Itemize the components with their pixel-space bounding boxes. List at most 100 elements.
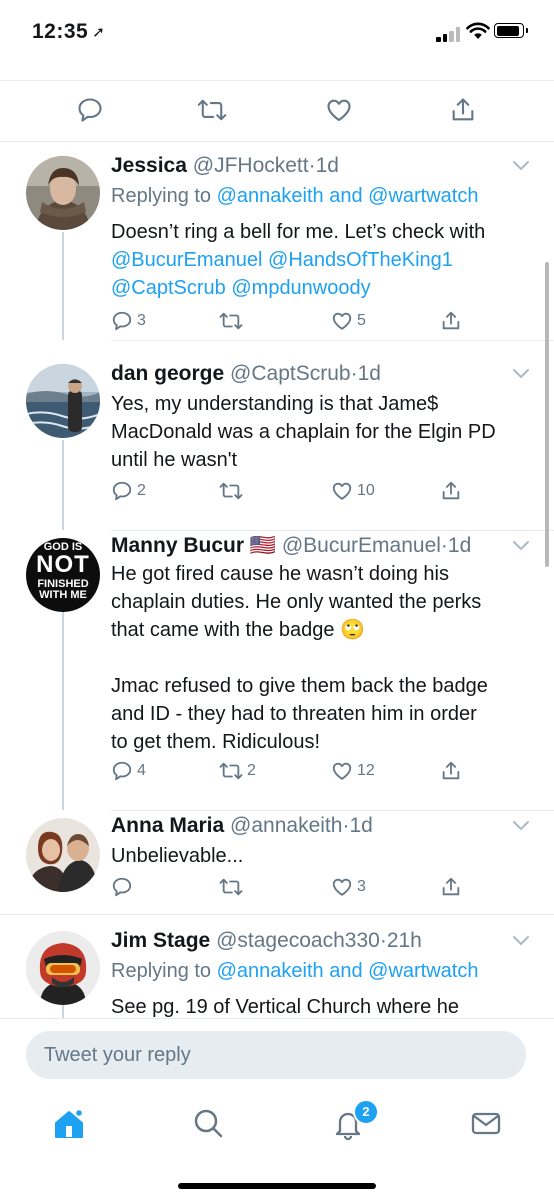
display-name[interactable]: Jim Stage (111, 929, 210, 952)
retweet-icon (219, 312, 243, 330)
status-bar: 12:35 ➚ (0, 0, 554, 62)
separator-dot: · (379, 929, 387, 952)
reply-button[interactable] (111, 876, 137, 898)
avatar[interactable] (26, 931, 100, 1005)
tweet[interactable]: Jim Stage @stagecoach330·21h Replying to… (0, 915, 554, 1018)
avatar[interactable] (26, 156, 100, 230)
messages-icon[interactable] (470, 1107, 502, 1139)
tweet-actions: 4 2 12 (0, 760, 554, 790)
share-icon (442, 481, 460, 500)
tweet-header: Anna Maria @annakeith·1d (111, 814, 373, 838)
display-name[interactable]: Jessica (111, 154, 187, 177)
display-name[interactable]: Anna Maria (111, 814, 224, 837)
location-arrow-icon: ➚ (92, 24, 106, 41)
home-indicator[interactable] (178, 1183, 376, 1189)
like-icon[interactable] (325, 96, 353, 124)
share-icon (442, 761, 460, 780)
tweet[interactable]: dan george @CaptScrub·1d Yes, my underst… (0, 340, 554, 530)
like-count: 10 (357, 482, 375, 499)
like-count: 5 (357, 312, 366, 329)
tweet-text: Yes, my understanding is that Jame$ MacD… (111, 393, 496, 471)
mention-links[interactable]: @CaptScrub @mpdunwoody (111, 274, 531, 302)
reply-button[interactable]: 2 (111, 480, 146, 502)
username[interactable]: @BucurEmanuel (282, 534, 441, 557)
mention-links[interactable]: @BucurEmanuel @HandsOfTheKing1 (111, 246, 531, 274)
replying-to: Replying to @annakeith and @wartwatch (111, 960, 479, 982)
wifi-icon (466, 22, 490, 39)
reply-button[interactable]: 3 (111, 310, 146, 332)
like-count: 3 (357, 878, 366, 895)
share-button[interactable] (440, 310, 462, 332)
display-name[interactable]: dan george (111, 362, 224, 385)
share-icon (442, 311, 460, 330)
like-button[interactable]: 10 (331, 480, 375, 502)
tweet-actions: 3 5 (0, 310, 554, 340)
search-icon[interactable] (192, 1107, 224, 1139)
reply-composer: Tweet your reply (0, 1018, 554, 1201)
tweet-actions: 2 10 (0, 480, 554, 510)
tweet-header: Jessica @JFHockett·1d (111, 154, 339, 178)
like-button[interactable]: 3 (331, 876, 366, 898)
tweet[interactable]: Anna Maria @annakeith·1d Unbelievable...… (0, 810, 554, 914)
reply-count: 3 (137, 312, 146, 329)
display-name[interactable]: Manny Bucur (111, 534, 244, 557)
like-button[interactable]: 5 (331, 310, 366, 332)
like-button[interactable]: 12 (331, 760, 375, 782)
reply-icon (112, 311, 132, 331)
chevron-down-icon[interactable] (512, 160, 530, 172)
retweet-icon (219, 482, 243, 500)
tweet-text: Doesn’t ring a bell for me. Let’s check … (111, 218, 531, 302)
reply-icon[interactable] (76, 96, 104, 124)
retweet-icon (219, 878, 243, 896)
chevron-down-icon[interactable] (512, 935, 530, 947)
reply-icon (112, 761, 132, 781)
share-icon (442, 877, 460, 896)
home-icon[interactable] (52, 1107, 86, 1141)
reply-button[interactable]: 4 (111, 760, 146, 782)
retweet-icon[interactable] (197, 96, 227, 124)
retweet-button[interactable] (219, 310, 247, 332)
replying-to-users[interactable]: @annakeith and @wartwatch (217, 960, 479, 982)
like-icon (332, 878, 352, 896)
reply-icon (112, 877, 132, 897)
replying-to: Replying to @annakeith and @wartwatch (111, 185, 479, 207)
chevron-down-icon[interactable] (512, 540, 530, 552)
retweet-button[interactable] (219, 876, 247, 898)
retweet-count: 2 (247, 762, 256, 779)
retweet-button[interactable]: 2 (219, 760, 256, 782)
separator-dot: · (440, 534, 448, 557)
reply-icon (112, 481, 132, 501)
replying-to-users[interactable]: @annakeith and @wartwatch (217, 185, 479, 207)
username[interactable]: @JFHockett (193, 154, 309, 177)
tweet[interactable]: Jessica @JFHockett·1d Replying to @annak… (0, 140, 554, 340)
reply-input[interactable]: Tweet your reply (26, 1031, 526, 1079)
avatar[interactable]: GOD IS NOT FINISHED WITH ME (26, 538, 100, 612)
share-icon[interactable] (449, 96, 477, 124)
share-button[interactable] (440, 480, 462, 502)
separator-dot: · (308, 154, 316, 177)
timestamp: 1d (349, 814, 373, 837)
scrollbar[interactable] (545, 262, 549, 567)
tweet-actions: 3 (0, 876, 554, 906)
retweet-button[interactable] (219, 480, 247, 502)
tweet-header: dan george @CaptScrub·1d (111, 362, 381, 386)
timestamp: 21h (386, 929, 422, 952)
chevron-down-icon[interactable] (512, 820, 530, 832)
tweet[interactable]: GOD IS NOT FINISHED WITH ME Manny Bucur … (0, 530, 554, 810)
tweet-text: See pg. 19 of Vertical Church where he (111, 996, 459, 1018)
timestamp: 1d (447, 534, 472, 557)
focused-tweet-actions (0, 80, 554, 142)
chevron-down-icon[interactable] (512, 368, 530, 380)
username[interactable]: @CaptScrub (230, 362, 351, 385)
reply-count: 4 (137, 762, 146, 779)
timestamp: 1d (315, 154, 339, 177)
share-button[interactable] (440, 876, 462, 898)
username[interactable]: @stagecoach330 (216, 929, 380, 952)
username[interactable]: @annakeith (230, 814, 342, 837)
tweet-header: Manny Bucur 🇺🇸 @BucurEmanuel·1d (111, 534, 471, 558)
share-button[interactable] (440, 760, 462, 782)
cellular-signal-icon (436, 26, 462, 42)
like-count: 12 (357, 762, 375, 779)
avatar[interactable] (26, 364, 100, 438)
tweet-header: Jim Stage @stagecoach330·21h (111, 929, 422, 953)
